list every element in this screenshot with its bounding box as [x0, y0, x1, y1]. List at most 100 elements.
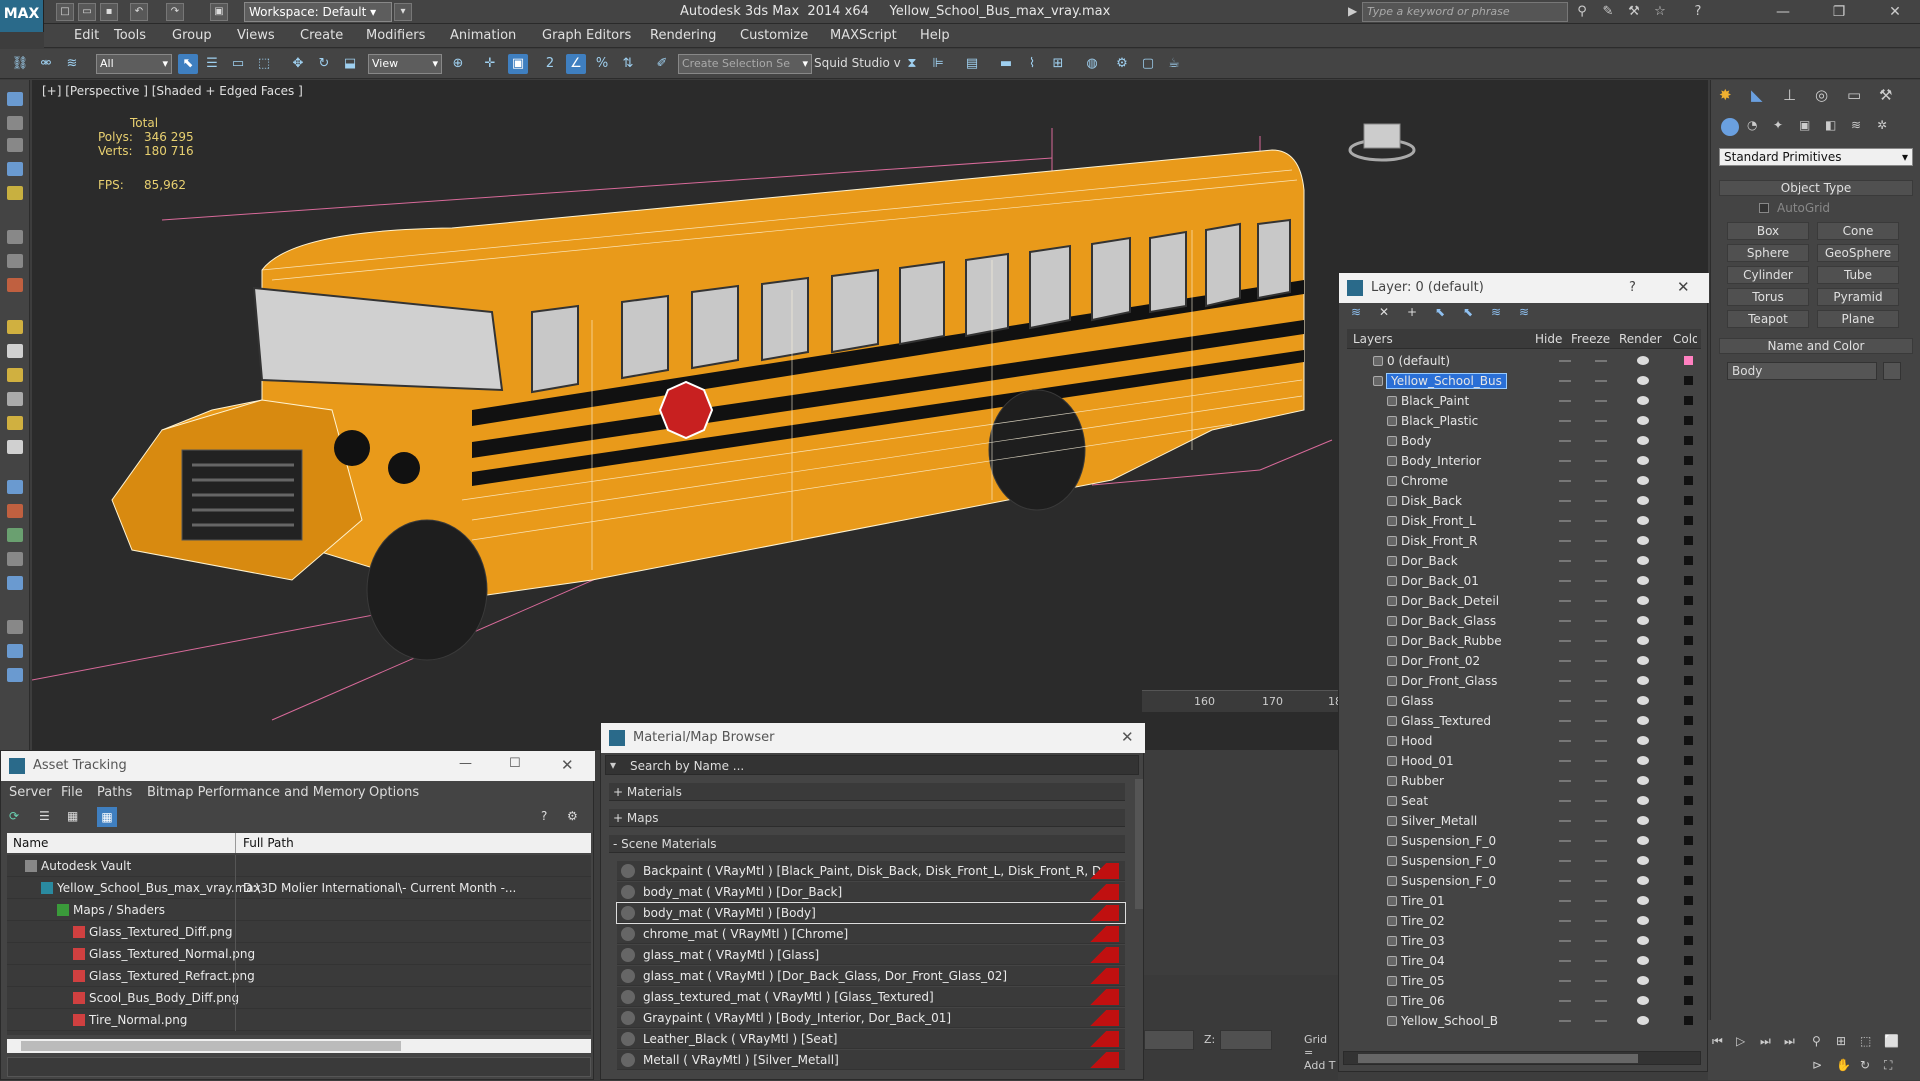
tube-button[interactable]: Tube	[1817, 266, 1899, 284]
scene-material-item[interactable]: glass_textured_mat ( VRayMtl ) [Glass_Te…	[617, 987, 1125, 1007]
unlink-icon[interactable]: ⚮	[36, 54, 56, 74]
freeze-toggle[interactable]	[1595, 720, 1607, 722]
freeze-toggle[interactable]	[1595, 920, 1607, 922]
mirror-icon[interactable]: ⧗	[902, 54, 922, 74]
undo-icon[interactable]: ↶	[130, 3, 148, 21]
field-of-view-icon[interactable]: ⊳	[1812, 1058, 1822, 1072]
hide-toggle[interactable]	[1559, 920, 1571, 922]
freeze-toggle[interactable]	[1595, 880, 1607, 882]
pyramid-button[interactable]: Pyramid	[1817, 288, 1899, 306]
layer-help-icon[interactable]: ?	[1629, 280, 1636, 295]
freeze-toggle[interactable]	[1595, 500, 1607, 502]
exchange-icon[interactable]: ⚒	[1624, 3, 1644, 21]
hold-icon[interactable]: ▣	[210, 3, 228, 21]
menu-help[interactable]: Help	[920, 28, 950, 43]
zoom-icon[interactable]: ⚲	[1812, 1034, 1821, 1048]
viewcube[interactable]	[1348, 123, 1416, 162]
layer-color-swatch[interactable]	[1684, 556, 1693, 565]
layer-row[interactable]: Dor_Back_Glass	[1351, 611, 1693, 631]
freeze-toggle[interactable]	[1595, 600, 1607, 602]
asset-menu-paths[interactable]: Paths	[97, 785, 132, 800]
communication-center-icon[interactable]: ✎	[1598, 3, 1618, 21]
render-eye-icon[interactable]	[1637, 736, 1649, 745]
window-crossing-icon[interactable]: ⬚	[254, 54, 274, 74]
layer-name[interactable]: Dor_Front_Glass	[1401, 674, 1497, 688]
select-object-icon[interactable]: ⬉	[178, 54, 198, 74]
asset-tracking-titlebar[interactable]: Asset Tracking — ☐ ✕	[1, 751, 595, 781]
hide-toggle[interactable]	[1559, 440, 1571, 442]
layer-row[interactable]: Hood_01	[1351, 751, 1693, 771]
render-eye-icon[interactable]	[1637, 496, 1649, 505]
hide-column-header[interactable]: Hide	[1535, 332, 1562, 346]
asset-settings-icon[interactable]: ⚙	[567, 809, 578, 823]
layer-color-swatch[interactable]	[1684, 696, 1693, 705]
layer-name[interactable]: Tire_03	[1401, 934, 1445, 948]
tool-icon-10[interactable]	[7, 344, 23, 358]
hide-toggle[interactable]	[1559, 1000, 1571, 1002]
layer-row[interactable]: Tire_04	[1351, 951, 1693, 971]
tool-icon-15[interactable]	[7, 480, 23, 494]
freeze-toggle[interactable]	[1595, 1000, 1607, 1002]
layer-color-swatch[interactable]	[1684, 436, 1693, 445]
layer-name[interactable]: Disk_Front_R	[1401, 534, 1477, 548]
rendered-frame-window-icon[interactable]: ▢	[1138, 54, 1158, 74]
layer-name[interactable]: Hood_01	[1401, 754, 1454, 768]
asset-row[interactable]: Tire_Normal.png	[7, 1009, 591, 1031]
layer-horizontal-scrollbar[interactable]	[1343, 1051, 1701, 1065]
freeze-toggle[interactable]	[1595, 960, 1607, 962]
layer-color-swatch[interactable]	[1684, 496, 1693, 505]
hide-toggle[interactable]	[1559, 940, 1571, 942]
render-eye-icon[interactable]	[1637, 616, 1649, 625]
layer-row[interactable]: Seat	[1351, 791, 1693, 811]
search-options-icon[interactable]: ▾	[610, 758, 616, 772]
layer-color-swatch[interactable]	[1684, 656, 1693, 665]
layer-color-swatch[interactable]	[1684, 956, 1693, 965]
menu-create[interactable]: Create	[300, 28, 343, 43]
asset-row[interactable]: Maps / Shaders	[7, 899, 591, 921]
minimize-icon[interactable]: —	[1760, 0, 1806, 24]
play-icon[interactable]: ▷	[1736, 1034, 1745, 1048]
snaps-toggle-icon[interactable]: 2	[540, 54, 560, 74]
layer-close-icon[interactable]: ✕	[1677, 278, 1690, 296]
keyboard-shortcut-override-icon[interactable]: ▣	[508, 54, 528, 74]
save-file-icon[interactable]: ▪	[100, 3, 118, 21]
asset-row[interactable]: Glass_Textured_Diff.png	[7, 921, 591, 943]
scale-icon[interactable]: ⬓	[340, 54, 360, 74]
layer-manager-icon[interactable]: ▤	[962, 54, 982, 74]
cone-button[interactable]: Cone	[1817, 222, 1899, 240]
layer-row[interactable]: Yellow_School_Bus	[1351, 371, 1693, 391]
layer-row[interactable]: Disk_Back	[1351, 491, 1693, 511]
pivot-center-icon[interactable]: ⊕	[448, 54, 468, 74]
layer-name[interactable]: Tire_01	[1401, 894, 1445, 908]
layer-row[interactable]: Silver_Metall	[1351, 811, 1693, 831]
layer-color-swatch[interactable]	[1684, 676, 1693, 685]
hide-toggle[interactable]	[1559, 960, 1571, 962]
layer-name[interactable]: Silver_Metall	[1401, 814, 1477, 828]
layer-color-swatch[interactable]	[1684, 836, 1693, 845]
layer-name[interactable]: Tire_06	[1401, 994, 1445, 1008]
freeze-toggle[interactable]	[1595, 460, 1607, 462]
layer-name[interactable]: Tire_04	[1401, 954, 1445, 968]
render-eye-icon[interactable]	[1637, 996, 1649, 1005]
zoom-all-icon[interactable]: ⊞	[1836, 1034, 1846, 1048]
x-coordinate-field[interactable]	[1144, 1030, 1194, 1050]
autogrid-checkbox[interactable]: AutoGrid	[1759, 200, 1899, 216]
layer-name[interactable]: Black_Plastic	[1401, 414, 1478, 428]
layer-row[interactable]: Dor_Front_Glass	[1351, 671, 1693, 691]
keyword-search-input[interactable]: Type a keyword or phrase	[1362, 2, 1568, 22]
render-eye-icon[interactable]	[1637, 676, 1649, 685]
delete-layer-icon[interactable]: ✕	[1379, 305, 1389, 319]
tool-icon-17[interactable]	[7, 528, 23, 542]
layer-name[interactable]: Tire_05	[1401, 974, 1445, 988]
layer-row[interactable]: Tire_02	[1351, 911, 1693, 931]
layer-name[interactable]: Dor_Back_Rubbe	[1401, 634, 1502, 648]
geometry-icon[interactable]	[1721, 118, 1739, 136]
add-time-tag-label[interactable]: Add T	[1304, 1059, 1336, 1072]
hide-toggle[interactable]	[1559, 860, 1571, 862]
hide-toggle[interactable]	[1559, 400, 1571, 402]
hide-toggle[interactable]	[1559, 600, 1571, 602]
asset-row[interactable]: Glass_Textured_Refract.png	[7, 965, 591, 987]
render-eye-icon[interactable]	[1637, 896, 1649, 905]
hide-toggle[interactable]	[1559, 460, 1571, 462]
layer-name[interactable]: Suspension_F_0	[1401, 874, 1496, 888]
